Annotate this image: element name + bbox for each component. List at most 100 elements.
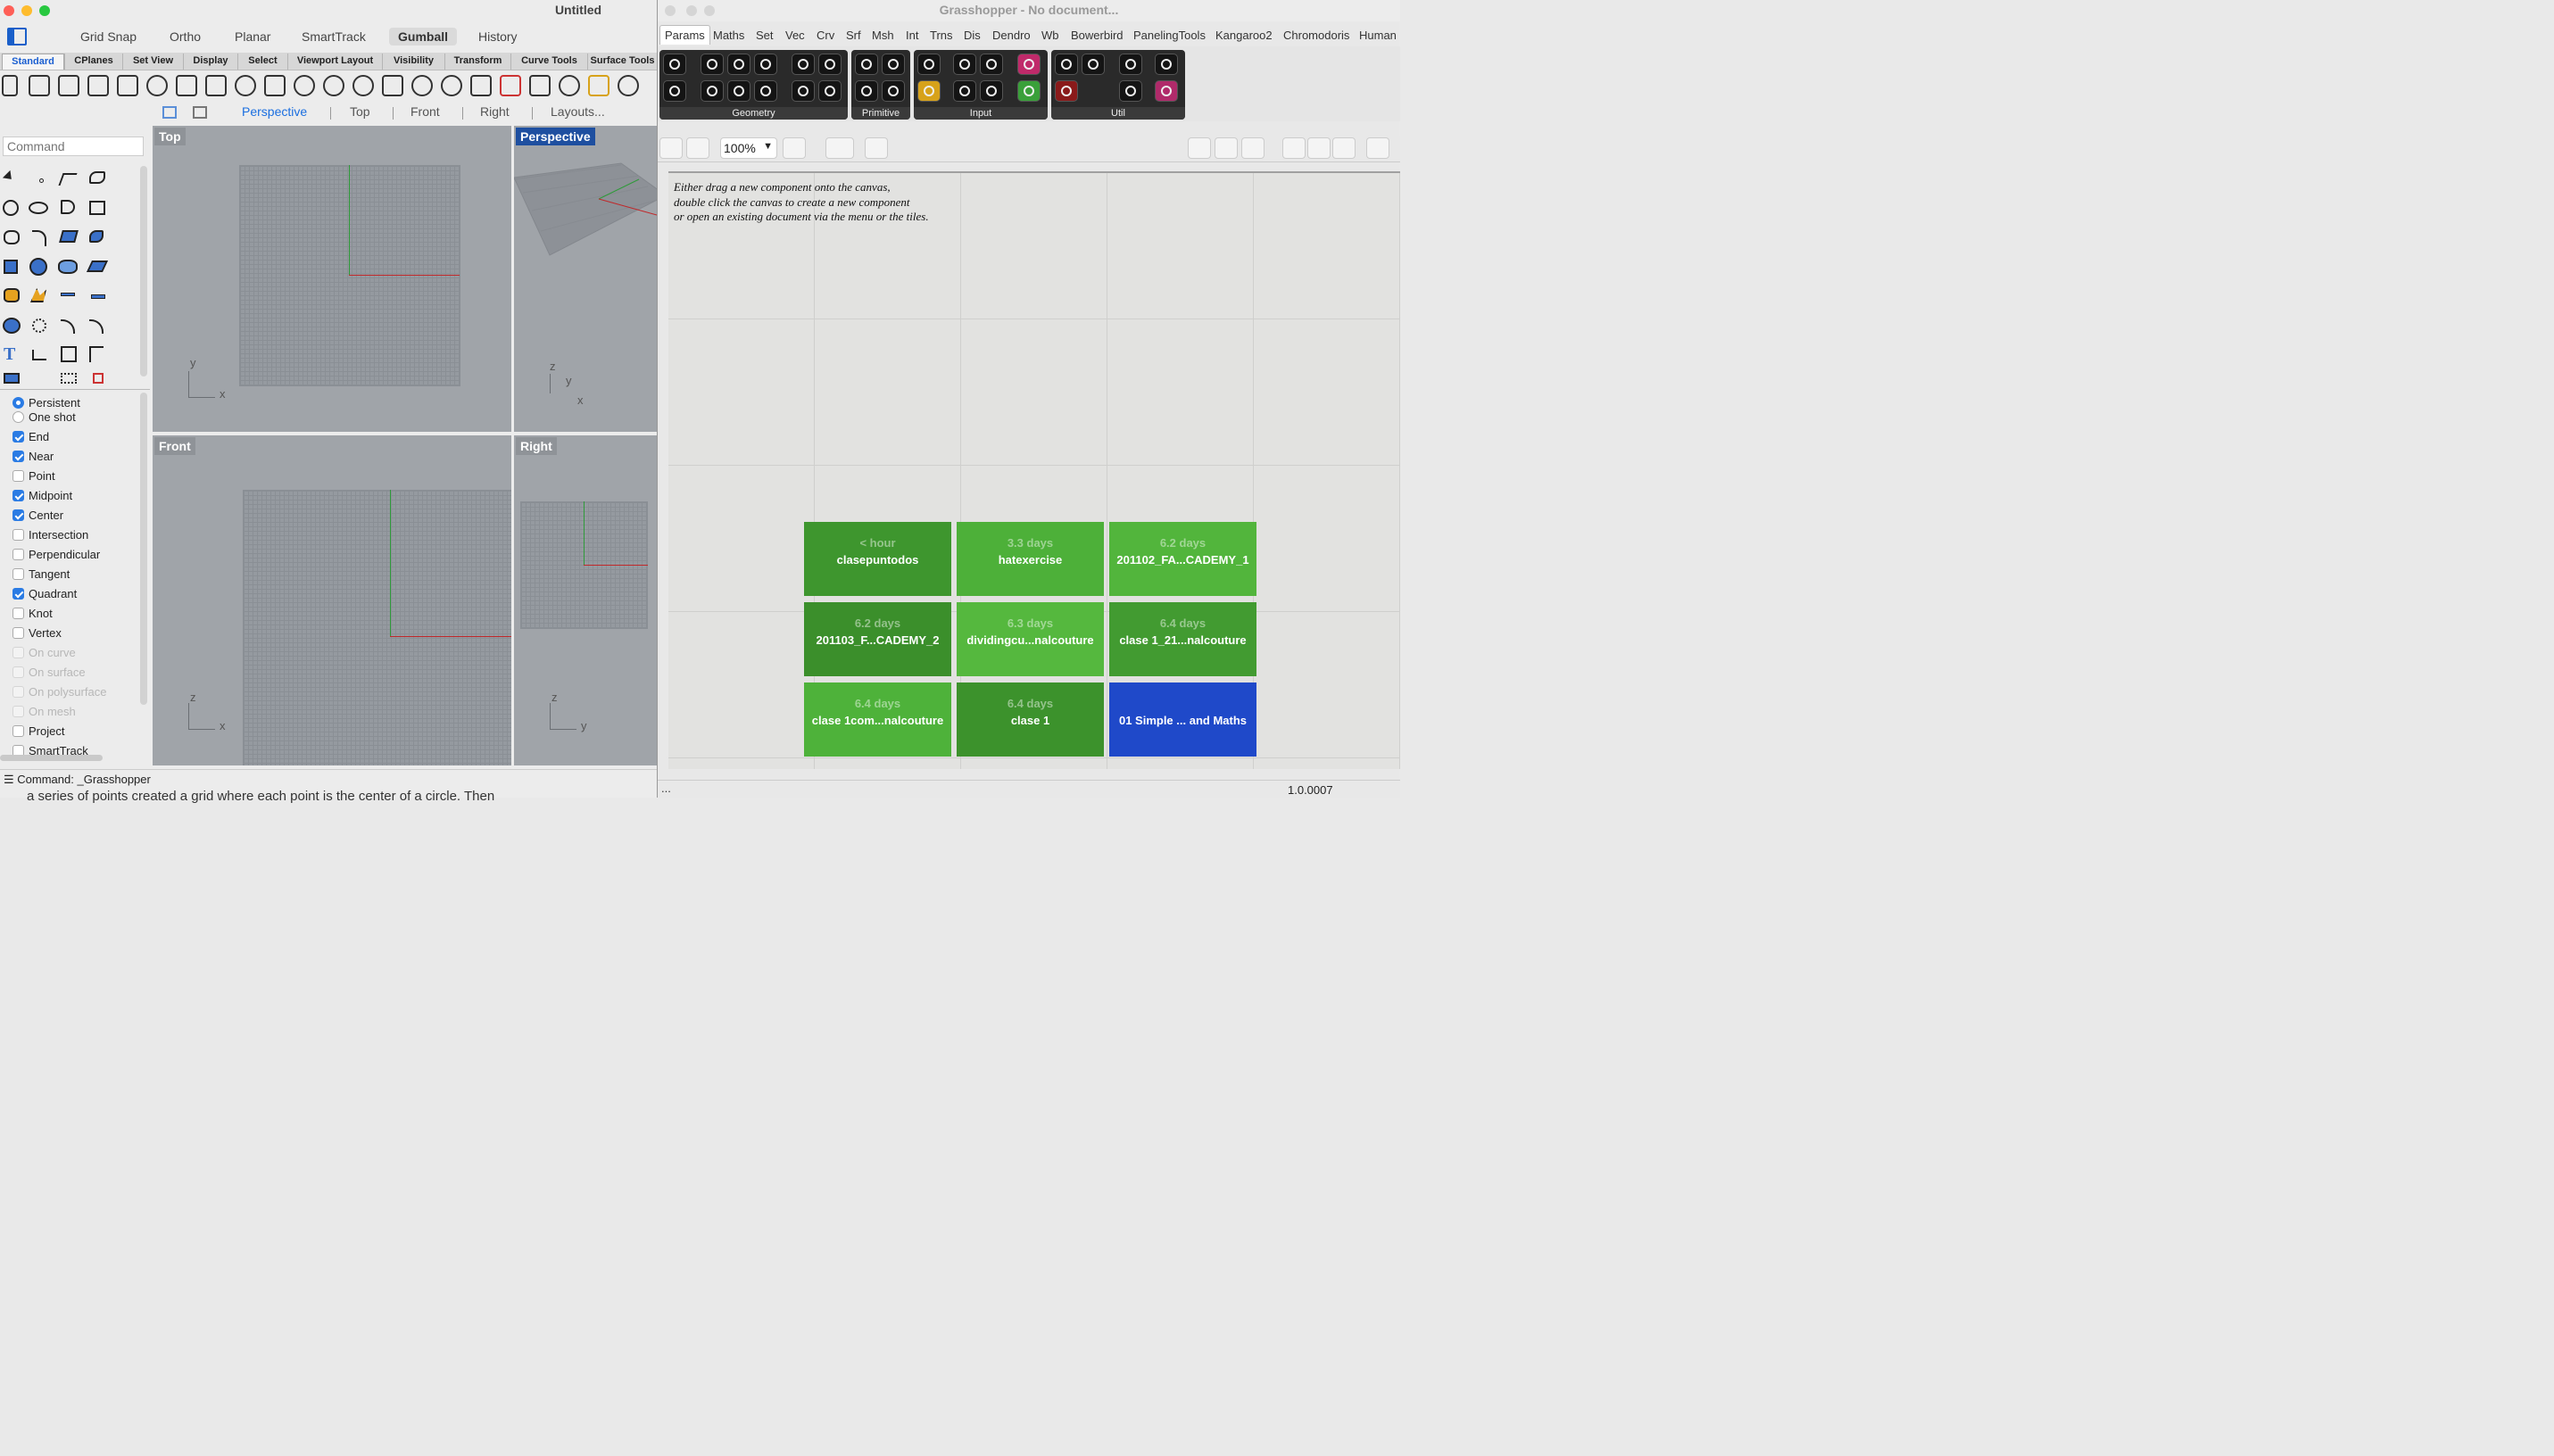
viewport-label-front[interactable]: Front xyxy=(154,437,195,455)
point-icon[interactable] xyxy=(32,170,52,189)
preview-wire-icon[interactable] xyxy=(1215,137,1238,159)
viewport-tab-perspective[interactable]: Perspective xyxy=(242,104,307,119)
recent-file-tile[interactable]: 01 Simple ... and Maths xyxy=(1109,682,1256,757)
gh-canvas[interactable]: Either drag a new component onto the can… xyxy=(668,171,1400,769)
gh-util-relay-arrow-icon[interactable] xyxy=(1119,80,1142,102)
cylinder-icon[interactable] xyxy=(57,257,78,277)
zoom-level-select[interactable]: 100% ▼ xyxy=(720,137,777,159)
copy-icon[interactable] xyxy=(176,75,197,96)
tab-visibility[interactable]: Visibility xyxy=(382,54,444,70)
gh-util-glasses-icon[interactable] xyxy=(1055,54,1078,75)
zoom-window-button[interactable] xyxy=(39,5,50,16)
tab-set-view[interactable]: Set View xyxy=(122,54,183,70)
osnap-point[interactable]: Point xyxy=(12,467,55,484)
checkbox[interactable] xyxy=(12,587,24,600)
tab-surface-tools[interactable]: Surface Tools xyxy=(587,54,657,70)
osnap-tangent[interactable]: Tangent xyxy=(12,565,70,583)
gh-param-text-icon[interactable] xyxy=(882,80,905,102)
gh-tab-int[interactable]: Int xyxy=(906,29,918,42)
viewport-tab-top[interactable]: Top xyxy=(350,104,370,119)
edit-points-icon[interactable] xyxy=(87,344,107,364)
explode-icon[interactable] xyxy=(2,285,21,305)
viewport-label-right[interactable]: Right xyxy=(516,437,557,455)
gumball-toggle[interactable]: Gumball xyxy=(389,28,458,46)
recent-file-tile[interactable]: 6.2 days 201102_FA...CADEMY_1 xyxy=(1109,522,1256,596)
osnap-center[interactable]: Center xyxy=(12,506,63,524)
box-icon[interactable] xyxy=(2,257,21,277)
gh-tab-dendro[interactable]: Dendro xyxy=(992,29,1031,42)
osnap-mode-one-shot[interactable]: One shot xyxy=(12,408,76,426)
command-input[interactable] xyxy=(3,136,144,156)
recent-file-tile[interactable]: 6.4 days clase 1com...nalcouture xyxy=(804,682,951,757)
viewport-label-perspective[interactable]: Perspective xyxy=(516,128,595,145)
checkbox[interactable] xyxy=(12,548,24,560)
new-file-icon[interactable] xyxy=(2,75,18,96)
paste-icon[interactable] xyxy=(205,75,227,96)
gh-tab-maths[interactable]: Maths xyxy=(713,29,744,42)
four-viewports-icon[interactable] xyxy=(470,75,492,96)
gh-param-boolean-icon[interactable] xyxy=(855,54,878,75)
block-icon[interactable] xyxy=(89,371,109,387)
checkbox[interactable] xyxy=(12,489,24,501)
join-icon[interactable] xyxy=(2,316,21,335)
gh-input-gradient-icon[interactable] xyxy=(1017,54,1041,75)
checkbox[interactable] xyxy=(12,450,24,462)
osnap-knot[interactable]: Knot xyxy=(12,604,53,622)
checkbox[interactable] xyxy=(12,607,24,619)
gh-tab-crv[interactable]: Crv xyxy=(817,29,834,42)
planar-toggle[interactable]: Planar xyxy=(226,28,279,46)
preview-off-icon[interactable] xyxy=(1188,137,1211,159)
gh-input-list-icon[interactable] xyxy=(980,80,1003,102)
offset-curve-icon[interactable] xyxy=(59,316,79,335)
recent-file-tile[interactable]: 6.4 days clase 1_21...nalcouture xyxy=(1109,602,1256,676)
checkbox[interactable] xyxy=(12,509,24,521)
checkbox[interactable] xyxy=(12,626,24,639)
save-icon[interactable] xyxy=(58,75,79,96)
polyline-icon[interactable] xyxy=(58,170,79,189)
zoom-extents-icon[interactable] xyxy=(783,137,806,159)
light-bulb-icon[interactable] xyxy=(618,75,639,96)
gh-param-integer-icon[interactable] xyxy=(882,54,905,75)
open-folder-icon[interactable] xyxy=(29,75,50,96)
viewport-right[interactable]: Right z y xyxy=(514,435,657,765)
gh-param-mesh-icon[interactable] xyxy=(818,54,842,75)
gh-input-swatch-icon[interactable] xyxy=(1017,80,1041,102)
gh-tab-bowerbird[interactable]: Bowerbird xyxy=(1071,29,1124,42)
close-window-button[interactable] xyxy=(4,5,14,16)
grid-snap-toggle[interactable]: Grid Snap xyxy=(71,28,145,46)
tab-select[interactable]: Select xyxy=(237,54,287,70)
rotate-view-icon[interactable] xyxy=(294,75,315,96)
recent-file-tile[interactable]: 6.2 days 201103_F...CADEMY_2 xyxy=(804,602,951,676)
ellipse-icon[interactable] xyxy=(29,198,48,218)
print-icon[interactable] xyxy=(87,75,109,96)
open-file-icon[interactable] xyxy=(659,137,683,159)
recent-file-tile[interactable]: 3.3 days hatexercise xyxy=(957,522,1104,596)
rendered-view-icon[interactable] xyxy=(529,75,551,96)
history-toggle[interactable]: History xyxy=(469,28,527,46)
trim-icon[interactable] xyxy=(57,285,77,305)
gh-tab-dis[interactable]: Dis xyxy=(964,29,981,42)
grid-array-icon[interactable] xyxy=(59,371,79,387)
gh-param-box-icon[interactable] xyxy=(754,80,777,102)
render-car-icon[interactable] xyxy=(500,75,521,96)
gh-util-paint-icon[interactable] xyxy=(1155,54,1178,75)
viewport-tab-right[interactable]: Right xyxy=(480,104,510,119)
fillet-curve-icon[interactable] xyxy=(30,228,50,248)
sphere-icon[interactable] xyxy=(29,257,48,277)
gh-tab-params[interactable]: Params xyxy=(659,25,710,45)
gh-param-vector-icon[interactable] xyxy=(663,80,686,102)
gh-tab-human[interactable]: Human xyxy=(1359,29,1397,42)
layout-4-icon[interactable] xyxy=(162,106,177,119)
osnap-project[interactable]: Project xyxy=(12,722,64,740)
osnap-smarttrack[interactable]: SmartTrack xyxy=(12,741,88,755)
surface-from-curves-icon[interactable] xyxy=(59,227,79,246)
gh-tab-srf[interactable]: Srf xyxy=(846,29,861,42)
checkbox[interactable] xyxy=(12,528,24,541)
points-icon[interactable] xyxy=(588,75,609,96)
recent-file-tile[interactable]: < hour clasepuntodos xyxy=(804,522,951,596)
boolean-icon[interactable] xyxy=(29,285,48,305)
group-icon[interactable] xyxy=(30,316,50,335)
gh-param-plane-icon[interactable] xyxy=(727,80,750,102)
gh-param-surface-icon[interactable] xyxy=(754,54,777,75)
gh-param-group-icon[interactable] xyxy=(818,80,842,102)
